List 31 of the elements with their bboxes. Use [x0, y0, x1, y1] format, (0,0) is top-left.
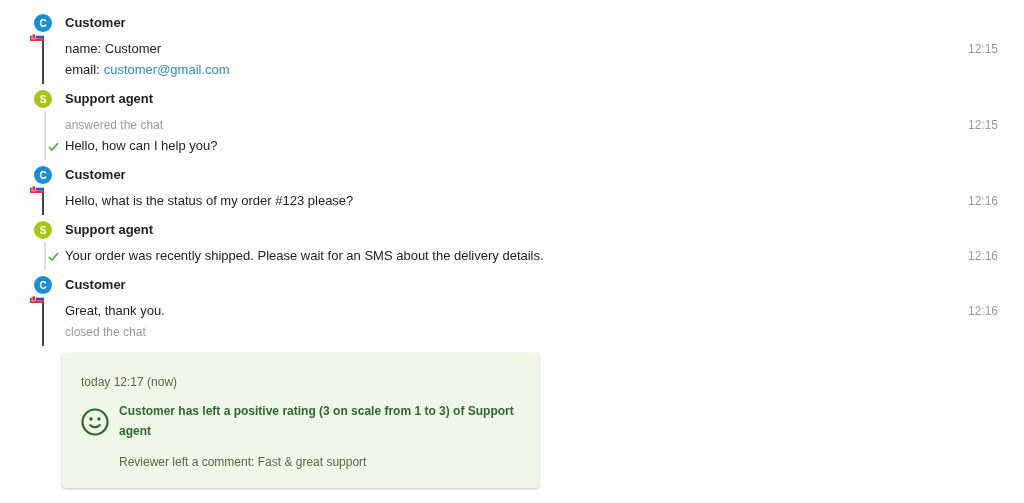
flag-icon	[30, 33, 44, 41]
avatar: C	[34, 14, 52, 32]
field-label: email:	[65, 60, 100, 79]
message-time: 12:15	[967, 116, 998, 134]
avatar: S	[34, 90, 52, 108]
author-name: Customer	[65, 166, 127, 185]
rating-comment: Reviewer left a comment: Fast & great support	[119, 454, 368, 471]
avatar: C	[34, 166, 52, 184]
author-name: Support agent	[65, 90, 155, 109]
message-text: Hello, what is the status of my order #123 please?	[65, 191, 354, 210]
message-time: 12:16	[967, 247, 998, 265]
message-time: 12:16	[967, 192, 998, 210]
rating-summary: Customer has left a positive rating (3 on scale from 1 to 3) of Support agent	[119, 403, 515, 440]
avatar: S	[34, 221, 52, 239]
message-text: Great, thank you.	[65, 301, 165, 320]
event-text: answered the chat	[65, 116, 164, 134]
author-name: Customer	[65, 276, 127, 295]
smiley-icon	[81, 408, 109, 436]
event-text: closed the chat	[65, 323, 146, 341]
rating-time: today 12:17 (now)	[81, 374, 179, 391]
flag-icon	[30, 295, 44, 303]
message-time: 12:15	[967, 40, 998, 58]
message-text: Your order was recently shipped. Please wait for an SMS about the delivery details.	[65, 246, 544, 265]
avatar: C	[34, 276, 52, 294]
author-name: Customer	[65, 14, 127, 33]
message-text: name: Customer	[65, 39, 162, 58]
author-name: Support agent	[65, 221, 155, 240]
flag-icon	[30, 185, 44, 193]
message-time: 12:16	[967, 302, 998, 320]
message-text: Hello, how can I help you?	[65, 136, 218, 155]
email-link[interactable]: customer@gmail.com	[103, 59, 230, 80]
